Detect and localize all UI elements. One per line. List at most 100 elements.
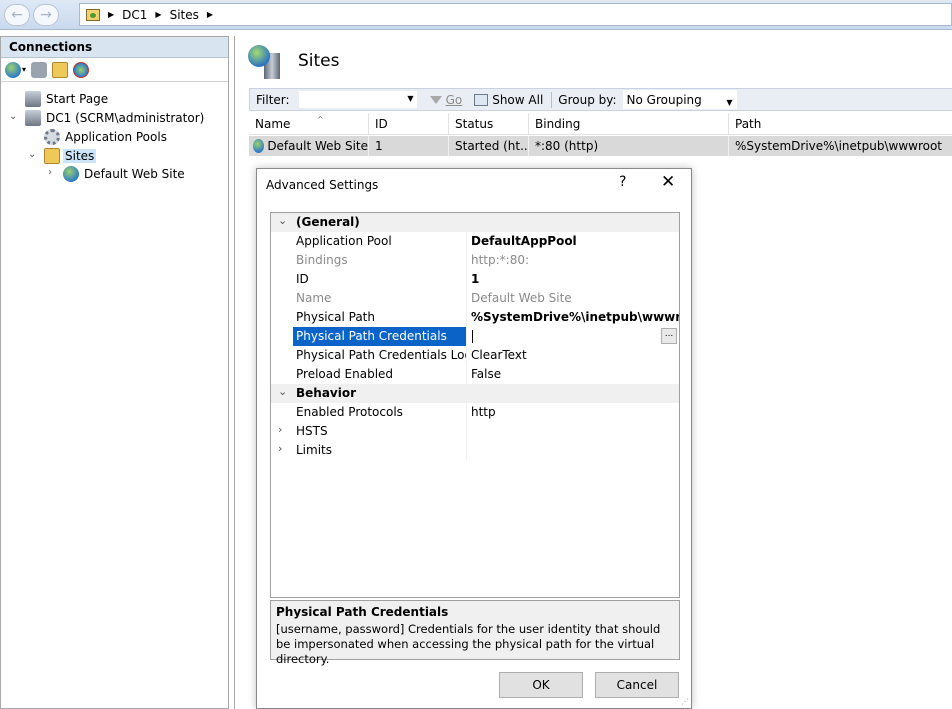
up-folder-icon[interactable] — [52, 61, 69, 78]
column-header-binding[interactable]: Binding — [529, 113, 729, 135]
property-row[interactable]: › HSTS — [271, 422, 679, 441]
collapse-chevron-icon[interactable]: ⌄ — [278, 214, 287, 227]
property-name: Physical Path — [293, 308, 467, 327]
cell-path: %SystemDrive%\inetpub\wwwroot — [735, 139, 942, 153]
property-value[interactable]: False — [467, 365, 679, 384]
toolbar-divider — [551, 91, 553, 108]
column-header-id[interactable]: ID — [369, 113, 449, 135]
property-row[interactable]: Preload Enabled False — [271, 365, 679, 384]
property-name: Application Pool — [293, 232, 467, 251]
text-caret — [472, 330, 473, 343]
description-text: [username, password] Credentials for the… — [276, 622, 661, 666]
property-value — [467, 422, 679, 441]
property-value-editor[interactable]: ... — [467, 327, 679, 346]
advanced-settings-dialog: Advanced Settings ? ✕ ⌄ (General) Applic… — [256, 168, 692, 709]
cancel-button[interactable]: Cancel — [595, 672, 679, 698]
collapse-chevron-icon[interactable]: ⌄ — [278, 385, 287, 398]
connections-toolbar: ▾ — [1, 58, 228, 82]
go-button[interactable]: Go — [429, 93, 462, 107]
table-row[interactable]: Default Web Site 1 Started (ht... *:80 (… — [249, 136, 952, 156]
breadcrumb-separator-icon: ▶ — [155, 10, 162, 19]
sites-folder-icon — [44, 148, 60, 164]
tree-node-sites[interactable]: Sites — [44, 147, 97, 165]
property-row[interactable]: Enabled Protocols http — [271, 403, 679, 422]
property-row[interactable]: › Limits — [271, 441, 679, 460]
dialog-title: Advanced Settings — [266, 178, 379, 192]
collapse-chevron-icon[interactable]: ⌄ — [28, 149, 36, 160]
cell-name: Default Web Site — [249, 136, 369, 156]
tree-node-start-page[interactable]: Start Page — [25, 90, 110, 108]
address-toolbar: ← → ▶ DC1 ▶ Sites ▶ — [0, 0, 952, 30]
breadcrumb-separator-icon: ▶ — [206, 10, 214, 19]
property-row[interactable]: Name Default Web Site — [271, 289, 679, 308]
breadcrumb-dc1[interactable]: DC1 — [122, 8, 147, 22]
breadcrumb-separator-icon: ▶ — [108, 10, 115, 19]
filter-label: Filter: — [256, 92, 290, 107]
category-label: (General) — [296, 215, 360, 229]
category-label: Behavior — [296, 386, 357, 400]
sites-grid-header: ^ Name ID Status Binding Path — [249, 113, 952, 135]
description-title: Physical Path Credentials — [276, 605, 449, 619]
property-name: Physical Path Credentials — [293, 327, 467, 346]
column-header-name[interactable]: ^ Name — [249, 113, 369, 135]
property-row[interactable]: Application Pool DefaultAppPool — [271, 232, 679, 251]
tree-label: Application Pools — [65, 130, 167, 144]
tree-node-app-pools[interactable]: Application Pools — [44, 128, 169, 146]
tree-node-server[interactable]: DC1 (SCRM\administrator) — [25, 109, 206, 127]
tree-label: Default Web Site — [84, 167, 185, 181]
property-grid: ⌄ (General) Application Pool DefaultAppP… — [270, 212, 680, 598]
property-row[interactable]: Bindings http:*:80: — [271, 251, 679, 270]
property-name: Bindings — [293, 251, 467, 270]
collapse-chevron-icon[interactable]: ⌄ — [9, 111, 17, 122]
back-button[interactable]: ← — [4, 4, 30, 26]
address-bar[interactable]: ▶ DC1 ▶ Sites ▶ — [79, 3, 952, 26]
group-by-value: No Grouping — [626, 93, 702, 107]
server-icon — [25, 110, 41, 126]
property-value: Default Web Site — [471, 291, 572, 305]
ok-button[interactable]: OK — [499, 672, 583, 698]
tree-label: Start Page — [46, 92, 109, 106]
column-header-path[interactable]: Path — [729, 113, 952, 135]
connect-icon[interactable] — [5, 61, 21, 78]
property-row[interactable]: Physical Path Credentials Logon ClearTex… — [271, 346, 679, 365]
chevron-down-icon[interactable]: ▾ — [22, 65, 26, 74]
start-page-icon — [25, 91, 41, 107]
show-all-button[interactable]: Show All — [474, 93, 543, 107]
property-value[interactable]: 1 — [467, 270, 679, 289]
save-icon[interactable] — [31, 61, 48, 78]
browse-ellipsis-button[interactable]: ... — [661, 328, 677, 344]
expand-chevron-icon[interactable]: › — [278, 423, 282, 436]
tree-node-default-site[interactable]: Default Web Site — [63, 165, 187, 183]
property-value[interactable]: ClearText — [467, 346, 679, 365]
category-general[interactable]: ⌄ (General) — [271, 213, 679, 232]
app-pools-icon — [44, 129, 60, 145]
property-description: Physical Path Credentials [username, pas… — [270, 600, 680, 666]
forward-button[interactable]: → — [33, 4, 59, 26]
disconnect-icon[interactable] — [73, 61, 90, 78]
property-row[interactable]: Physical Path %SystemDrive%\inetpub\wwwr… — [271, 308, 679, 327]
expand-chevron-icon[interactable]: › — [278, 442, 282, 455]
connections-pane: Connections ▾ Start Page ⌄ DC1 (SCRM\adm… — [0, 36, 229, 709]
page-title: Sites — [298, 51, 340, 71]
group-by-select[interactable]: No Grouping ▼ — [622, 90, 737, 109]
property-name: Physical Path Credentials Logon — [293, 346, 467, 365]
property-row-selected[interactable]: Physical Path Credentials ... — [271, 327, 679, 346]
chevron-down-icon[interactable]: ▼ — [407, 94, 413, 103]
column-header-status[interactable]: Status — [449, 113, 529, 135]
help-button[interactable]: ? — [619, 174, 626, 190]
expand-chevron-icon[interactable]: › — [48, 167, 52, 178]
resize-grip-icon[interactable]: ⋰ — [681, 697, 689, 706]
property-value — [467, 441, 679, 460]
property-value[interactable]: %SystemDrive%\inetpub\wwwroot — [467, 308, 679, 327]
breadcrumb-sites[interactable]: Sites — [170, 8, 199, 22]
website-globe-icon — [253, 139, 265, 153]
forward-arrow-icon: → — [40, 7, 52, 23]
property-row[interactable]: ID 1 — [271, 270, 679, 289]
property-value[interactable]: DefaultAppPool — [467, 232, 679, 251]
close-icon[interactable]: ✕ — [661, 172, 675, 192]
category-behavior[interactable]: ⌄ Behavior — [271, 384, 679, 403]
cell-binding: *:80 (http) — [529, 136, 729, 156]
property-name: Name — [293, 289, 467, 308]
property-value[interactable]: http — [467, 403, 679, 422]
filter-input[interactable]: ▼ — [297, 90, 418, 109]
